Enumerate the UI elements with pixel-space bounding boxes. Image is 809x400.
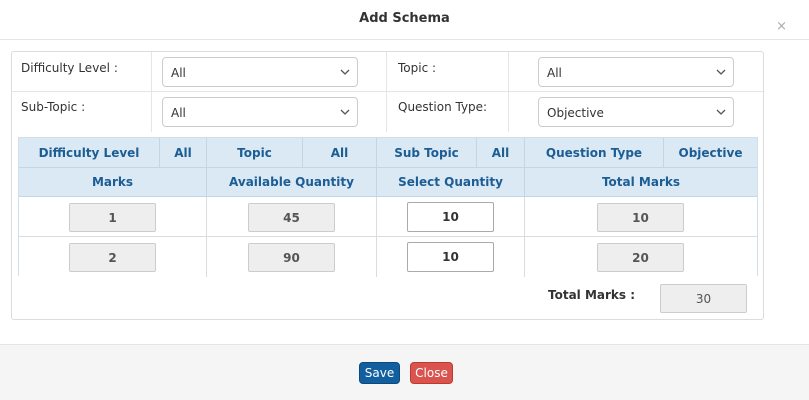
summary-question-type-value: Objective	[678, 145, 743, 160]
question-type-label: Question Type:	[398, 100, 488, 114]
summary-subtopic-value: All	[477, 138, 525, 167]
grand-total-value: 30	[660, 284, 747, 313]
difficulty-level-select[interactable]: All	[162, 57, 358, 87]
select-cell: 10	[377, 197, 525, 237]
total-cell: 10	[525, 197, 757, 237]
sub-topic-select[interactable]: All	[162, 97, 358, 127]
difficulty-level-label: Difficulty Level :	[21, 61, 118, 75]
question-type-value: Objective	[547, 106, 604, 120]
marks-cell: 1	[19, 197, 207, 237]
available-quantity-value: 90	[248, 243, 335, 272]
available-quantity-value: 45	[248, 203, 335, 232]
sub-topic-value: All	[171, 106, 186, 120]
select-quantity-input[interactable]: 10	[407, 242, 494, 272]
summary-subtopic-label: Sub Topic	[377, 138, 477, 167]
chevron-down-icon	[715, 106, 727, 118]
chevron-down-icon	[715, 66, 727, 78]
sub-topic-label: Sub-Topic :	[21, 100, 86, 114]
close-icon[interactable]: ×	[776, 20, 787, 33]
summary-difficulty-value: All	[160, 138, 207, 167]
summary-question-type-label: Question Type	[525, 138, 664, 167]
marks-value: 1	[69, 203, 156, 232]
filter-divider	[151, 52, 152, 132]
schema-panel: Difficulty Level : All Topic : All Sub-T…	[11, 51, 764, 320]
filter-divider	[386, 52, 387, 132]
topic-select[interactable]: All	[538, 57, 734, 87]
close-button[interactable]: Close	[410, 362, 453, 384]
table-row: 1 45 10 10	[19, 197, 757, 237]
modal-header: Add Schema ×	[0, 0, 809, 40]
summary-header-row: Difficulty Level All Topic All Sub Topic…	[19, 138, 757, 168]
filter-grid: Difficulty Level : All Topic : All Sub-T…	[12, 52, 763, 132]
column-header-marks: Marks	[19, 168, 207, 196]
grand-total-label: Total Marks :	[548, 288, 636, 302]
chevron-down-icon	[339, 66, 351, 78]
summary-difficulty-label: Difficulty Level	[19, 138, 160, 167]
available-cell: 45	[207, 197, 377, 237]
available-cell: 90	[207, 237, 377, 277]
summary-topic-label: Topic	[207, 138, 303, 167]
column-header-row: Marks Available Quantity Select Quantity…	[19, 168, 757, 197]
modal-footer: Save Close	[0, 344, 809, 400]
topic-value: All	[547, 66, 562, 80]
select-quantity-input[interactable]: 10	[407, 202, 494, 232]
save-button[interactable]: Save	[359, 362, 400, 384]
topic-label: Topic :	[398, 61, 437, 75]
column-header-available-quantity: Available Quantity	[207, 168, 377, 196]
modal-title: Add Schema	[359, 11, 450, 26]
marks-cell: 2	[19, 237, 207, 277]
summary-topic-value: All	[303, 138, 377, 167]
select-cell: 10	[377, 237, 525, 277]
row-total-marks-value: 20	[597, 243, 684, 272]
marks-value: 2	[69, 243, 156, 272]
total-cell: 20	[525, 237, 757, 277]
quantity-table: Difficulty Level All Topic All Sub Topic…	[18, 137, 758, 277]
row-total-marks-value: 10	[597, 203, 684, 232]
difficulty-level-value: All	[171, 66, 186, 80]
filter-divider	[508, 52, 509, 132]
column-header-total-marks: Total Marks	[601, 175, 681, 189]
column-header-select-quantity: Select Quantity	[377, 168, 525, 196]
table-row: 2 90 10 20	[19, 237, 757, 277]
question-type-select[interactable]: Objective	[538, 97, 734, 127]
chevron-down-icon	[339, 106, 351, 118]
